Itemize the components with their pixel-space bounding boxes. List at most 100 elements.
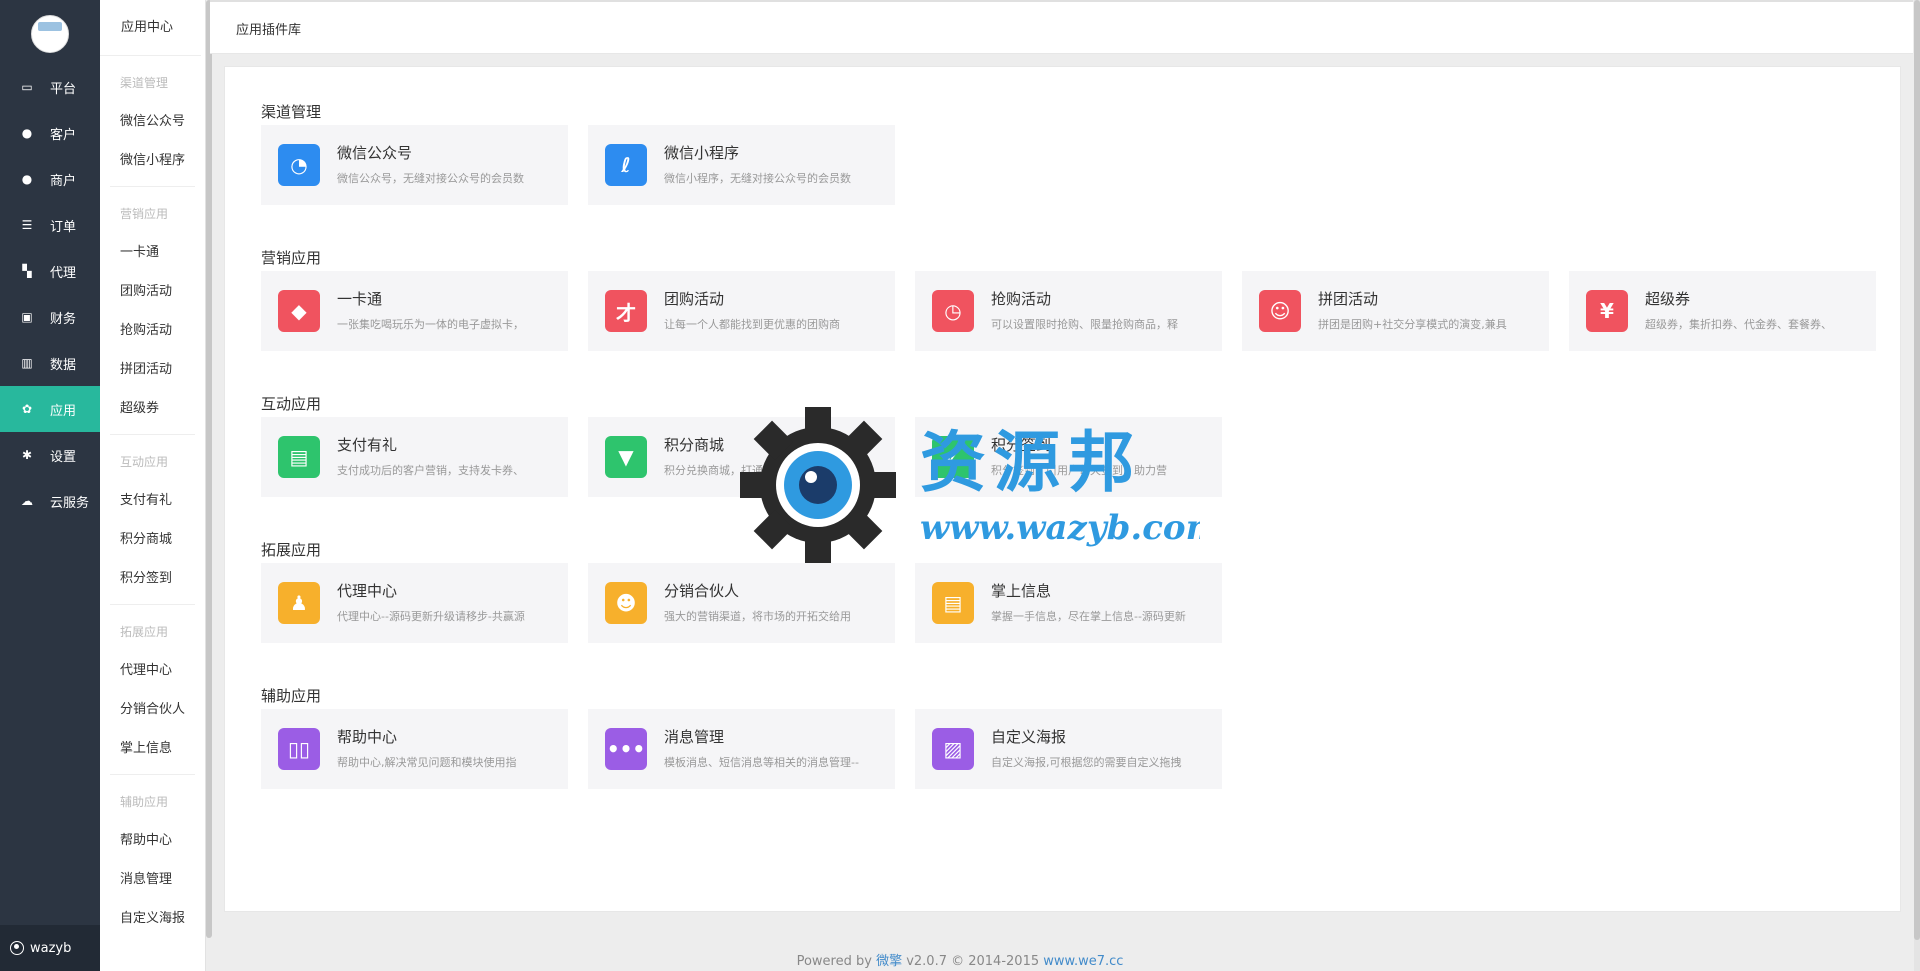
- plugin-description: 掌握一手信息，尽在掌上信息--源码更新: [991, 610, 1186, 623]
- nav-item-label: 财务: [50, 311, 77, 327]
- bar-chart-icon: ▥: [21, 356, 33, 370]
- plugin-card[interactable]: ¥ 超级券 超级券，集折扣券、代金券、套餐券、: [1569, 271, 1876, 351]
- sub-nav-divider: [110, 434, 195, 435]
- plugin-card[interactable]: ℓ 微信小程序 微信小程序，无缝对接公众号的会员数: [588, 125, 895, 205]
- plugin-panel: 渠道管理 ◔ 微信公众号 微信公众号，无缝对接公众号的会员数 ℓ 微信小程序 微信小程序，无…: [224, 66, 1901, 912]
- plugin-description: 支付成功后的客户营销，支持发卡券、: [337, 464, 524, 477]
- plugin-description: 强大的营销渠道，将市场的开拓交给用: [664, 610, 851, 623]
- plugin-description: 积分兑换商城，打通第三方积分体系: [664, 464, 840, 477]
- map-icon: ▚: [22, 264, 32, 278]
- plugin-card[interactable]: ♟ 代理中心 代理中心--源码更新升级请移步-共赢源: [261, 563, 568, 643]
- sub-nav-item[interactable]: 微信小程序: [100, 141, 205, 180]
- sub-nav-group-title: 辅助应用: [120, 795, 169, 809]
- sub-nav-item[interactable]: 支付有礼: [100, 481, 205, 520]
- plugin-description: 帮助中心,解决常见问题和模块使用指: [337, 756, 517, 769]
- sub-nav-item[interactable]: 微信公众号: [100, 102, 205, 141]
- sub-nav-group-title: 渠道管理: [120, 76, 169, 90]
- nav-item-label: 客户: [50, 127, 77, 143]
- plugin-name: 自定义海报: [991, 728, 1067, 746]
- sub-nav-item[interactable]: 团购活动: [100, 272, 205, 311]
- nav-item-9[interactable]: ☁ 云服务: [0, 478, 100, 524]
- plugin-description: 自定义海报,可根据您的需要自定义拖拽: [991, 756, 1182, 769]
- gift-icon: ▤: [278, 436, 320, 478]
- plugin-card[interactable]: ▼ 积分商城 积分兑换商城，打通第三方积分体系: [588, 417, 895, 497]
- sub-nav-divider: [110, 774, 195, 775]
- plugin-name: 微信小程序: [664, 144, 740, 162]
- nav-item-7[interactable]: ✿ 应用: [0, 386, 100, 432]
- plugin-description: 让每一个人都能找到更优惠的团购商: [664, 318, 840, 331]
- group-buy-icon: 才: [605, 290, 647, 332]
- sub-nav-scrollbar[interactable]: [206, 0, 212, 938]
- nav-item-4[interactable]: ▚ 代理: [0, 248, 100, 294]
- sub-nav-item[interactable]: 积分签到: [100, 559, 205, 598]
- plugin-card[interactable]: ▨ 自定义海报自定义海报,可根据您的需要自定义拖拽: [915, 709, 1222, 789]
- plugin-card[interactable]: ◆ 一卡通 一张集吃喝玩乐为一体的电子虚拟卡，: [261, 271, 568, 351]
- footer-version: v2.0.7 © 2014-2015: [902, 954, 1044, 969]
- sub-nav-group-title: 互动应用: [120, 455, 169, 469]
- sub-nav-divider: [110, 604, 195, 605]
- sub-nav-item[interactable]: 一卡通: [100, 233, 205, 272]
- plugin-name: 拼团活动: [1318, 290, 1379, 308]
- user-icon: ●: [21, 126, 33, 140]
- nav-item-label: 应用: [50, 403, 77, 419]
- plugin-description: 拼团是团购+社交分享模式的演变,兼具: [1318, 318, 1507, 331]
- plugin-card[interactable]: ✓ 积分签到 积分签到，引用户每天签到，助力营: [915, 417, 1222, 497]
- plugin-description: 可以设置限时抢购、限量抢购商品，释: [991, 318, 1178, 331]
- plugin-card[interactable]: ▤ 支付有礼 支付成功后的客户营销，支持发卡券、: [261, 417, 568, 497]
- plugin-description: 微信小程序，无缝对接公众号的会员数: [664, 172, 851, 185]
- page-scrollbar[interactable]: [1914, 0, 1920, 971]
- sub-nav-group-title: 拓展应用: [120, 625, 169, 639]
- nav-item-5[interactable]: ▣ 财务: [0, 294, 100, 340]
- sub-nav-item[interactable]: 代理中心: [100, 651, 205, 690]
- section-title: 渠道管理: [261, 103, 322, 121]
- nav-item-8[interactable]: ✱ 设置: [0, 432, 100, 478]
- plugin-card[interactable]: ☺ 拼团活动 拼团是团购+社交分享模式的演变,兼具: [1242, 271, 1549, 351]
- page-scrollbar-thumb[interactable]: [1914, 0, 1920, 940]
- image-icon: ▨: [932, 728, 974, 770]
- logo[interactable]: [31, 15, 69, 53]
- money-icon: ▣: [21, 310, 33, 324]
- main-nav: ▭ 平台 ● 客户 ● 商户 ☰ 订单 ▚ 代理 ▣ 财务 ▥ 数据 ✿ 应用 ✱ 设置 ☁ 云服务 wazyb: [0, 0, 100, 971]
- sub-nav-item[interactable]: 帮助中心: [100, 821, 205, 860]
- plugin-card[interactable]: ▯▯ 帮助中心 帮助中心,解决常见问题和模块使用指: [261, 709, 568, 789]
- plugin-card[interactable]: ◷ 抢购活动 可以设置限时抢购、限量抢购商品，释: [915, 271, 1222, 351]
- nav-item-label: 商户: [50, 173, 77, 189]
- plugin-card[interactable]: ▤ 掌上信息 掌握一手信息，尽在掌上信息--源码更新: [915, 563, 1222, 643]
- checkin-icon: ✓: [932, 436, 974, 478]
- nav-item-3[interactable]: ☰ 订单: [0, 202, 100, 248]
- plugin-description: 积分签到，引用户每天签到，助力营: [991, 464, 1167, 477]
- sub-nav-item[interactable]: 拼团活动: [100, 350, 205, 389]
- sub-nav-item[interactable]: 分销合伙人: [100, 690, 205, 729]
- plugin-description: 模板消息、短信消息等相关的消息管理--: [664, 756, 859, 769]
- nav-item-0[interactable]: ▭ 平台: [0, 64, 100, 110]
- sub-nav-item[interactable]: 消息管理: [100, 860, 205, 899]
- sub-nav-group-title: 营销应用: [120, 207, 169, 221]
- nav-item-label: 数据: [50, 357, 77, 373]
- sub-nav-item[interactable]: 抢购活动: [100, 311, 205, 350]
- plugin-card[interactable]: ••• 消息管理 模板消息、短信消息等相关的消息管理--: [588, 709, 895, 789]
- footer-brand-link[interactable]: 微擎: [876, 954, 902, 969]
- footer-site-link[interactable]: www.we7.cc: [1043, 954, 1123, 969]
- page-title: 应用插件库: [236, 23, 302, 38]
- plugin-card[interactable]: 才团购活动让每一个人都能找到更优惠的团购商: [588, 271, 895, 351]
- nav-item-6[interactable]: ▥ 数据: [0, 340, 100, 386]
- plugin-description: 微信公众号，无缝对接公众号的会员数: [337, 172, 524, 185]
- sub-nav-item[interactable]: 超级券: [100, 389, 205, 428]
- sub-nav-item[interactable]: 积分商城: [100, 520, 205, 559]
- plugin-card[interactable]: ☻ 分销合伙人 强大的营销渠道，将市场的开拓交给用: [588, 563, 895, 643]
- users-icon: ●: [21, 172, 33, 186]
- diamond-icon: ◆: [278, 290, 320, 332]
- nav-item-1[interactable]: ● 客户: [0, 110, 100, 156]
- section-title: 辅助应用: [261, 687, 322, 705]
- sub-nav-item[interactable]: 掌上信息: [100, 729, 205, 768]
- nav-item-label: 平台: [50, 81, 77, 97]
- nav-item-2[interactable]: ● 商户: [0, 156, 100, 202]
- plugin-name: 微信公众号: [337, 144, 413, 162]
- plugin-name: 超级券: [1645, 290, 1691, 308]
- plugin-name: 团购活动: [664, 290, 725, 308]
- sub-nav-item[interactable]: 自定义海报: [100, 899, 205, 938]
- sub-nav-title[interactable]: 应用中心: [100, 0, 201, 56]
- section-title: 拓展应用: [261, 541, 322, 559]
- message-box-icon: ▤: [932, 582, 974, 624]
- plugin-card[interactable]: ◔ 微信公众号 微信公众号，无缝对接公众号的会员数: [261, 125, 568, 205]
